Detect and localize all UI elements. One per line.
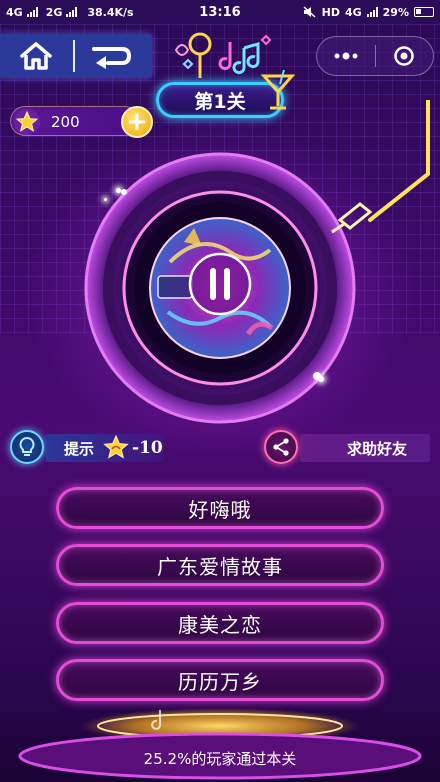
top-nav bbox=[0, 34, 152, 78]
star-coin-icon bbox=[14, 109, 40, 135]
share-button[interactable] bbox=[264, 430, 298, 464]
network-label-2: 2G bbox=[45, 5, 63, 19]
menu-capsule bbox=[316, 36, 434, 76]
ask-friend-button[interactable]: 求助好友 bbox=[300, 434, 430, 462]
sparkle bbox=[104, 198, 107, 201]
answer-option-2[interactable]: 广东爱情故事 bbox=[56, 544, 384, 586]
signal-icon bbox=[366, 7, 378, 17]
sparkle bbox=[116, 188, 121, 193]
battery-icon bbox=[414, 7, 434, 17]
tonearm bbox=[331, 100, 430, 234]
home-button[interactable] bbox=[0, 34, 72, 78]
pause-button[interactable] bbox=[190, 254, 250, 314]
lightbulb-icon bbox=[19, 436, 35, 456]
hint-label: 提示 bbox=[64, 439, 95, 458]
status-bar: 4G 2G 38.4K/s 13:16 HD 4G 29% bbox=[0, 0, 440, 24]
share-icon bbox=[273, 438, 289, 456]
more-button[interactable] bbox=[317, 36, 375, 76]
add-coins-button[interactable]: + bbox=[121, 106, 153, 138]
target-circle-icon bbox=[394, 46, 414, 66]
home-icon bbox=[20, 42, 52, 70]
back-button[interactable] bbox=[76, 34, 148, 78]
answer-option-1[interactable]: 好嗨哦 bbox=[56, 487, 384, 529]
signal-icon bbox=[26, 7, 38, 17]
hint-cost: -10 bbox=[132, 438, 163, 458]
cocktail-icon bbox=[260, 69, 296, 110]
coin-value: 200 bbox=[51, 113, 80, 131]
answer-option-3[interactable]: 康美之恋 bbox=[56, 602, 384, 644]
back-icon bbox=[92, 47, 132, 69]
nav-divider bbox=[73, 40, 75, 72]
pass-rate-text: 25.2%的玩家通过本关 bbox=[143, 750, 297, 768]
mute-icon bbox=[303, 6, 316, 18]
network-speed: 38.4K/s bbox=[87, 5, 134, 19]
star-icon bbox=[103, 434, 129, 459]
coin-balance: 200 + bbox=[10, 106, 153, 138]
network-label-1: 4G bbox=[6, 5, 23, 19]
hint-button[interactable]: 提示 -10 bbox=[46, 434, 164, 462]
sparkle bbox=[318, 376, 324, 382]
battery-percent: 29% bbox=[382, 5, 409, 19]
network-label-3: 4G bbox=[344, 5, 362, 19]
close-miniprogram-button[interactable] bbox=[376, 36, 434, 76]
hd-label: HD bbox=[321, 5, 340, 19]
more-dots-icon bbox=[334, 52, 358, 60]
signal-icon bbox=[66, 7, 78, 17]
hint-bulb-button[interactable] bbox=[10, 430, 44, 464]
